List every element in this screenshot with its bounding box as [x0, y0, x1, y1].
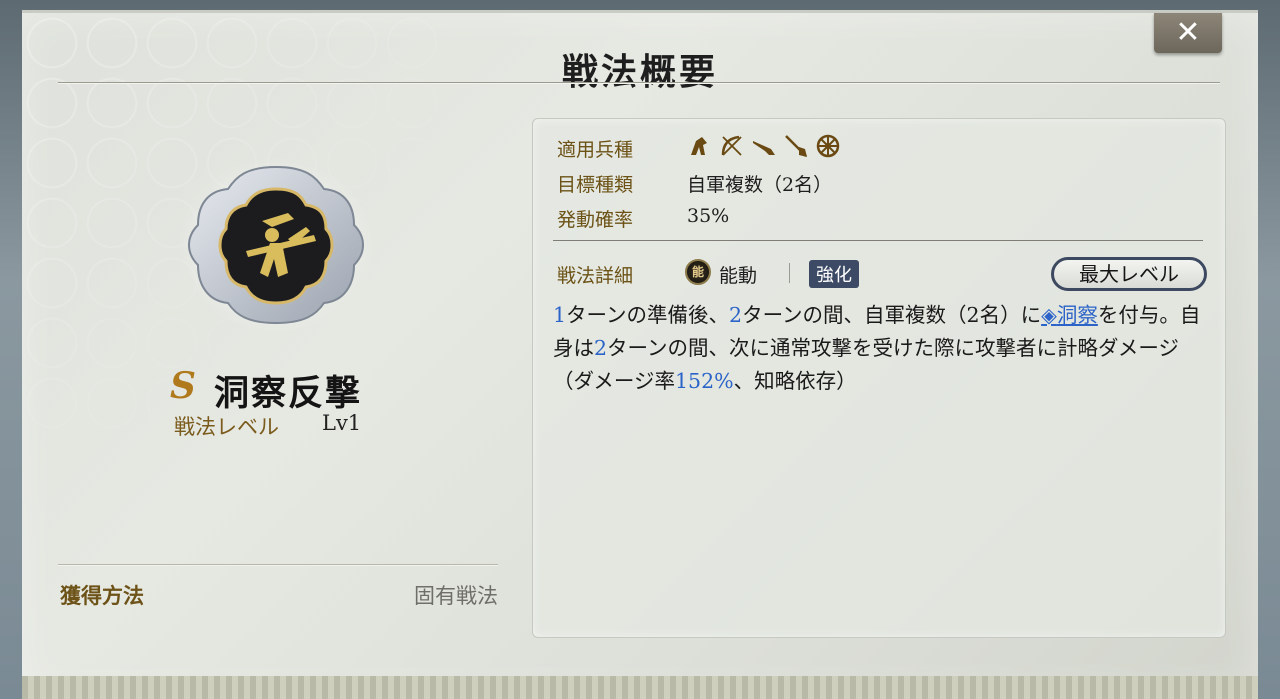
unit-type-icons	[687, 133, 841, 159]
target-type-label: 目標種類	[557, 174, 634, 196]
desc-text: ターンの間、次に通常攻撃を受けた際に攻撃者に計略ダメージ（ダメージ率	[553, 336, 1179, 393]
desc-text: ターンの間、自軍複数（2名）に	[742, 303, 1042, 327]
desc-number: 1	[553, 303, 567, 327]
desc-number: 152%	[674, 369, 734, 393]
skill-details-box: 適用兵種 目標種類 自軍複数（2名） 発動確率 35% 戦法詳細 能 能動 強化…	[532, 118, 1226, 638]
page-title: 戦法概要	[561, 51, 718, 93]
desc-number: 2	[729, 303, 743, 327]
desc-number: 2	[594, 336, 608, 360]
archer-icon	[721, 135, 742, 156]
activation-rate-label: 発動確率	[557, 209, 634, 231]
cavalry-icon	[691, 137, 707, 155]
activation-type: 能動	[719, 265, 758, 287]
acquisition-label: 獲得方法	[60, 583, 144, 608]
insight-eye-icon: ◈	[1041, 303, 1057, 327]
skill-grade: S	[170, 365, 196, 407]
desc-text: ターンの準備後、	[566, 303, 730, 327]
siege-wheel-icon	[816, 134, 840, 158]
close-button[interactable]: ✕	[1154, 13, 1222, 53]
title-divider	[58, 82, 1220, 84]
details-divider	[553, 240, 1203, 241]
activation-rate-value: 35%	[687, 205, 730, 227]
target-type-value: 自軍複数（2名）	[687, 174, 833, 196]
skill-level-value: Lv1	[322, 411, 362, 435]
bottom-decorative-band	[22, 676, 1258, 699]
insight-link-text: 洞察	[1056, 303, 1098, 327]
acquisition-divider	[58, 564, 498, 566]
skill-description: 1ターンの準備後、2ターンの間、自軍複数（2名）に◈洞察を付与。自身は2ターンの…	[553, 299, 1209, 398]
skill-detail-label: 戦法詳細	[557, 265, 634, 287]
acquisition-value: 固有戦法	[414, 584, 498, 608]
skill-overview-panel: 戦法概要 S 洞察反撃 戦法レベル Lv1 獲得方法 固有戦法 適用兵種 目標種…	[22, 10, 1258, 693]
max-level-button[interactable]: 最大レベル	[1051, 257, 1207, 291]
insight-status-link[interactable]: ◈洞察	[1041, 303, 1098, 327]
active-type-icon: 能	[685, 259, 711, 285]
enhance-badge: 強化	[809, 260, 859, 288]
spear-icon	[785, 135, 807, 157]
skill-emblem-icon	[176, 155, 376, 335]
desc-text: 、知略依存）	[733, 369, 857, 393]
unit-types-label: 適用兵種	[557, 139, 634, 161]
gun-icon	[753, 141, 775, 155]
skill-level-label: 戦法レベル	[174, 415, 279, 439]
skill-name: 洞察反撃	[214, 373, 363, 414]
vertical-separator	[789, 263, 790, 283]
